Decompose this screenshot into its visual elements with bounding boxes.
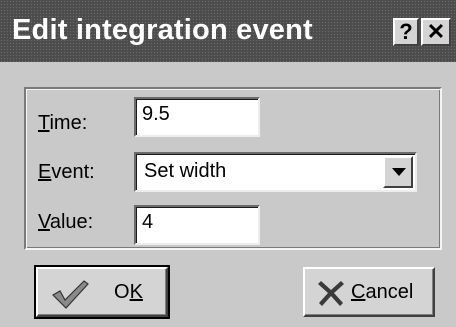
cancel-button[interactable]: Cancel [303, 267, 435, 317]
event-dropdown[interactable]: Set width [134, 152, 417, 192]
ok-label: OK [114, 281, 143, 303]
edit-integration-event-dialog: Edit integration event ? ✕ Time: 9.5 Eve… [0, 0, 456, 327]
window-title: Edit integration event [12, 14, 313, 46]
cancel-label: Cancel [351, 281, 414, 303]
close-icon: ✕ [426, 19, 446, 44]
title-bar[interactable]: Edit integration event ? ✕ [0, 0, 456, 62]
time-input[interactable]: 9.5 [134, 97, 260, 137]
checkmark-icon [52, 280, 89, 309]
value-input[interactable]: 4 [134, 205, 260, 245]
event-label: Event: [38, 161, 95, 183]
help-button[interactable]: ? [393, 18, 419, 46]
value-label: Value: [38, 211, 94, 233]
help-icon: ? [399, 19, 413, 44]
time-label: Time: [38, 112, 88, 134]
ok-button[interactable]: OK [34, 265, 170, 319]
close-button[interactable]: ✕ [421, 18, 451, 46]
cross-icon [318, 281, 344, 306]
event-dropdown-button[interactable] [383, 156, 413, 188]
chevron-down-icon [392, 168, 406, 176]
event-selected-value: Set width [144, 160, 227, 182]
